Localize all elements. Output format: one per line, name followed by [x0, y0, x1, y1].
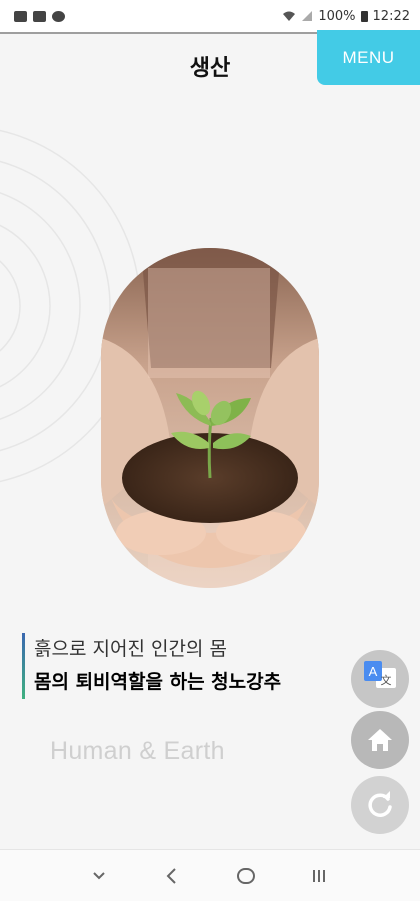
- notification-icons: [14, 10, 65, 22]
- nav-recents-icon: [313, 870, 325, 882]
- nav-recents-button[interactable]: [305, 862, 333, 890]
- intro-line-2: 몸의 퇴비역할을 하는 청노강추: [34, 671, 282, 693]
- nav-down-icon: [93, 872, 105, 880]
- wifi-icon: [283, 11, 296, 21]
- refresh-button[interactable]: [351, 776, 409, 834]
- hero-image: [101, 248, 319, 588]
- intro-line-1: 흙으로 지어진 인간의 몸: [34, 638, 227, 660]
- battery-percent: 100%: [318, 8, 356, 24]
- nav-home-icon: [237, 868, 255, 884]
- menu-button[interactable]: MENU: [317, 30, 420, 85]
- nav-back-button[interactable]: [158, 862, 186, 890]
- translate-letter: A: [369, 664, 378, 679]
- translate-icon: A 文: [364, 661, 396, 688]
- status-bar: 100% 12:22: [0, 0, 420, 34]
- signal-icon: [302, 11, 313, 21]
- clock: 12:22: [372, 8, 410, 24]
- translate-char: 文: [381, 673, 392, 687]
- intro-text-block: 흙으로 지어진 인간의 몸 몸의 퇴비역할을 하는 청노강추: [22, 633, 364, 699]
- system-nav-bar: [0, 849, 420, 901]
- nav-down-button[interactable]: [85, 862, 113, 890]
- system-icons: 100% 12:22: [282, 9, 410, 24]
- cloud-icon: [33, 10, 46, 22]
- human-earth-subtitle: Human & Earth: [50, 737, 225, 765]
- refresh-icon: [368, 791, 392, 817]
- home-icon: [368, 729, 392, 751]
- nav-back-icon: [166, 868, 176, 884]
- home-button[interactable]: [351, 711, 409, 769]
- image-icon: [14, 10, 27, 22]
- sync-icon: [52, 10, 65, 22]
- nav-home-button[interactable]: [232, 862, 260, 890]
- battery-icon: [360, 10, 368, 22]
- translate-button[interactable]: A 文: [351, 650, 409, 708]
